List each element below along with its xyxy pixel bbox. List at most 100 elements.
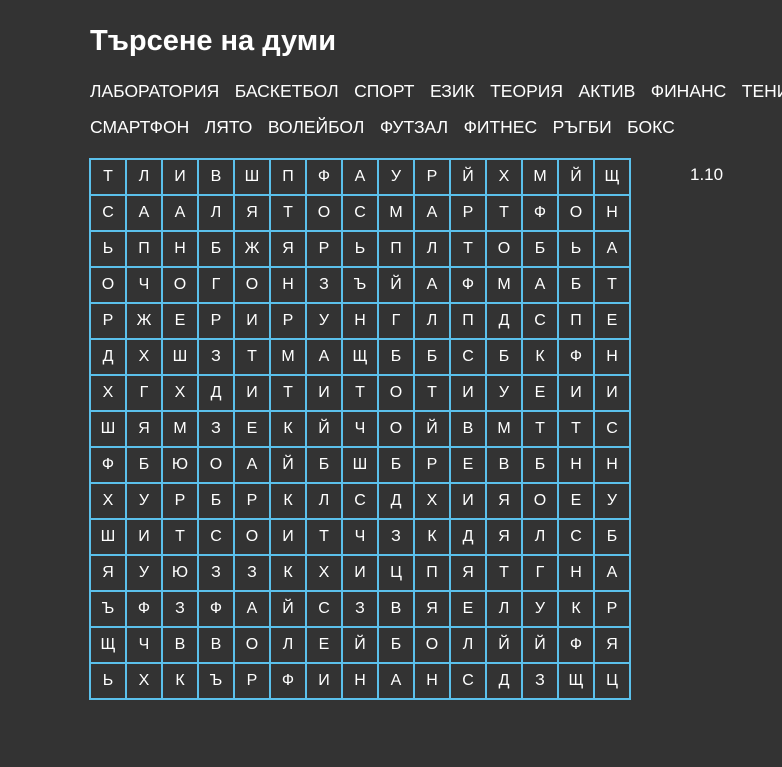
grid-cell[interactable]: Х	[125, 338, 163, 376]
grid-cell[interactable]: Т	[485, 194, 523, 232]
grid-cell[interactable]: Ш	[233, 158, 271, 196]
grid-cell[interactable]: Б	[197, 482, 235, 520]
grid-cell[interactable]: К	[521, 338, 559, 376]
grid-cell[interactable]: Ю	[161, 554, 199, 592]
grid-cell[interactable]: З	[377, 518, 415, 556]
grid-cell[interactable]: Е	[161, 302, 199, 340]
grid-cell[interactable]: Й	[557, 158, 595, 196]
grid-cell[interactable]: А	[161, 194, 199, 232]
grid-cell[interactable]: Б	[377, 626, 415, 664]
grid-cell[interactable]: Б	[125, 446, 163, 484]
grid-cell[interactable]: М	[377, 194, 415, 232]
grid-cell[interactable]: Е	[305, 626, 343, 664]
grid-cell[interactable]: С	[449, 662, 487, 700]
grid-cell[interactable]: Ц	[593, 662, 631, 700]
grid-cell[interactable]: Д	[197, 374, 235, 412]
grid-cell[interactable]: К	[269, 410, 307, 448]
grid-cell[interactable]: У	[305, 302, 343, 340]
grid-cell[interactable]: Щ	[593, 158, 631, 196]
grid-cell[interactable]: И	[161, 158, 199, 196]
grid-cell[interactable]: К	[557, 590, 595, 628]
grid-cell[interactable]: О	[233, 518, 271, 556]
grid-cell[interactable]: Х	[89, 374, 127, 412]
grid-cell[interactable]: Ф	[557, 626, 595, 664]
grid-cell[interactable]: Т	[593, 266, 631, 304]
grid-cell[interactable]: Я	[593, 626, 631, 664]
grid-cell[interactable]: Е	[449, 590, 487, 628]
grid-cell[interactable]: К	[161, 662, 199, 700]
grid-cell[interactable]: О	[305, 194, 343, 232]
grid-cell[interactable]: Р	[197, 302, 235, 340]
grid-cell[interactable]: Р	[233, 662, 271, 700]
grid-cell[interactable]: Ф	[521, 194, 559, 232]
grid-cell[interactable]: Ю	[161, 446, 199, 484]
grid-cell[interactable]: Я	[233, 194, 271, 232]
grid-cell[interactable]: И	[125, 518, 163, 556]
grid-cell[interactable]: Ф	[449, 266, 487, 304]
grid-cell[interactable]: С	[521, 302, 559, 340]
grid-cell[interactable]: Т	[341, 374, 379, 412]
grid-cell[interactable]: Н	[593, 446, 631, 484]
grid-cell[interactable]: Г	[521, 554, 559, 592]
grid-cell[interactable]: Л	[305, 482, 343, 520]
grid-cell[interactable]: Я	[485, 518, 523, 556]
grid-cell[interactable]: Ц	[377, 554, 415, 592]
grid-cell[interactable]: П	[557, 302, 595, 340]
grid-cell[interactable]: Л	[449, 626, 487, 664]
grid-cell[interactable]: А	[593, 554, 631, 592]
grid-cell[interactable]: Р	[233, 482, 271, 520]
grid-cell[interactable]: Л	[413, 302, 451, 340]
grid-cell[interactable]: Ч	[341, 518, 379, 556]
grid-cell[interactable]: Д	[485, 302, 523, 340]
grid-cell[interactable]: Ф	[125, 590, 163, 628]
grid-cell[interactable]: Ъ	[89, 590, 127, 628]
grid-cell[interactable]: С	[341, 194, 379, 232]
grid-cell[interactable]: Л	[197, 194, 235, 232]
grid-cell[interactable]: В	[197, 158, 235, 196]
grid-cell[interactable]: О	[485, 230, 523, 268]
grid-cell[interactable]: Ш	[161, 338, 199, 376]
grid-cell[interactable]: О	[89, 266, 127, 304]
grid-cell[interactable]: Я	[89, 554, 127, 592]
grid-cell[interactable]: В	[377, 590, 415, 628]
grid-cell[interactable]: З	[197, 554, 235, 592]
grid-cell[interactable]: Р	[269, 302, 307, 340]
grid-cell[interactable]: А	[593, 230, 631, 268]
grid-cell[interactable]: Д	[485, 662, 523, 700]
grid-cell[interactable]: З	[161, 590, 199, 628]
grid-cell[interactable]: С	[305, 590, 343, 628]
grid-cell[interactable]: А	[521, 266, 559, 304]
grid-cell[interactable]: С	[89, 194, 127, 232]
grid-cell[interactable]: И	[341, 554, 379, 592]
grid-cell[interactable]: Ь	[89, 662, 127, 700]
grid-cell[interactable]: К	[413, 518, 451, 556]
grid-cell[interactable]: И	[305, 374, 343, 412]
grid-cell[interactable]: З	[305, 266, 343, 304]
grid-cell[interactable]: П	[377, 230, 415, 268]
grid-cell[interactable]: Б	[377, 446, 415, 484]
grid-cell[interactable]: Л	[413, 230, 451, 268]
grid-cell[interactable]: Ъ	[197, 662, 235, 700]
grid-cell[interactable]: П	[413, 554, 451, 592]
grid-cell[interactable]: Н	[161, 230, 199, 268]
grid-cell[interactable]: Р	[449, 194, 487, 232]
grid-cell[interactable]: Г	[125, 374, 163, 412]
grid-cell[interactable]: О	[557, 194, 595, 232]
grid-cell[interactable]: Е	[449, 446, 487, 484]
grid-cell[interactable]: Ф	[557, 338, 595, 376]
grid-cell[interactable]: О	[377, 410, 415, 448]
grid-cell[interactable]: И	[233, 302, 271, 340]
grid-cell[interactable]: Б	[485, 338, 523, 376]
grid-cell[interactable]: В	[485, 446, 523, 484]
grid-cell[interactable]: С	[449, 338, 487, 376]
grid-cell[interactable]: П	[269, 158, 307, 196]
grid-cell[interactable]: Ж	[125, 302, 163, 340]
grid-cell[interactable]: О	[413, 626, 451, 664]
grid-cell[interactable]: З	[521, 662, 559, 700]
grid-cell[interactable]: Х	[89, 482, 127, 520]
grid-cell[interactable]: И	[449, 374, 487, 412]
grid-cell[interactable]: А	[413, 194, 451, 232]
grid-cell[interactable]: А	[233, 446, 271, 484]
grid-cell[interactable]: Ч	[125, 626, 163, 664]
grid-cell[interactable]: Ь	[89, 230, 127, 268]
